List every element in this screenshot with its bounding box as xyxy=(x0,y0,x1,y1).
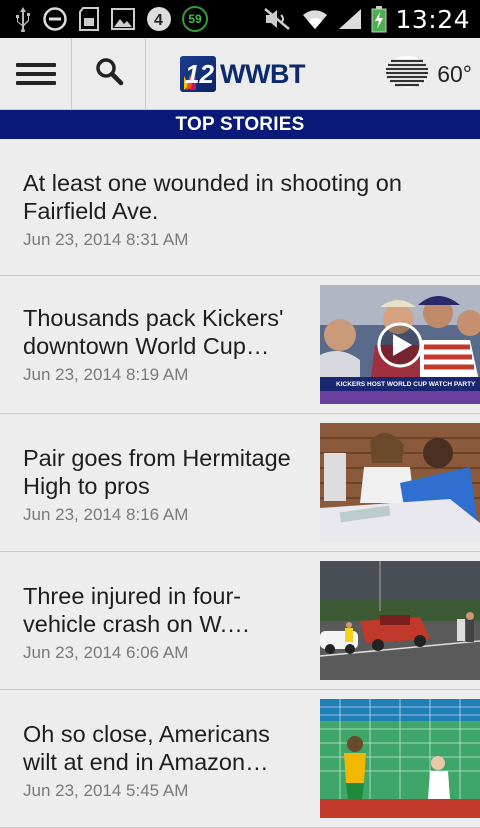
temperature: 60° xyxy=(437,60,472,87)
nbc-peacock-logo-icon: 12 xyxy=(180,56,216,92)
story-date: Jun 23, 2014 8:31 AM xyxy=(23,230,189,249)
do-not-disturb-icon xyxy=(42,6,68,32)
story-date: Jun 23, 2014 8:16 AM xyxy=(23,505,189,524)
nbc4-icon: 4 xyxy=(146,6,172,32)
hamburger-icon xyxy=(15,58,56,90)
wifi-icon xyxy=(301,7,329,31)
signal-icon xyxy=(337,7,363,31)
story-headline: Thousands pack Kickers' downtown World C… xyxy=(23,305,284,359)
section-title: TOP STORIES xyxy=(0,110,480,139)
play-video-icon[interactable] xyxy=(377,322,423,368)
sd-card-icon xyxy=(78,6,100,32)
video-caption: KICKERS HOST WORLD CUP WATCH PARTY xyxy=(336,381,476,388)
story-date: Jun 23, 2014 6:06 AM xyxy=(23,643,189,662)
story-item[interactable]: Oh so close, Americans wilt at end in Am… xyxy=(0,690,480,828)
story-headline: Pair goes from Hermitage High to pros xyxy=(23,445,291,499)
image-icon xyxy=(110,7,136,31)
story-thumbnail[interactable] xyxy=(320,699,480,818)
fog-icon xyxy=(385,55,429,94)
station-logo[interactable]: 12 WWBT xyxy=(180,54,305,94)
search-icon xyxy=(94,56,124,91)
story-item[interactable]: At least one wounded in shooting on Fair… xyxy=(0,139,480,276)
badge-59-icon: 59 xyxy=(182,6,208,32)
story-thumbnail[interactable]: KICKERS HOST WORLD CUP WATCH PARTY xyxy=(320,285,480,404)
weather-widget[interactable]: 60° xyxy=(385,54,472,94)
story-list[interactable]: At least one wounded in shooting on Fair… xyxy=(0,139,480,828)
call-sign: WWBT xyxy=(220,58,305,89)
story-headline: Three injured in four-vehicle crash on W… xyxy=(23,583,251,637)
story-headline: At least one wounded in shooting on Fair… xyxy=(23,170,402,224)
app-bar: 12 WWBT 60° xyxy=(0,38,480,110)
battery-charging-icon xyxy=(371,5,387,33)
search-button[interactable] xyxy=(72,38,146,109)
story-date: Jun 23, 2014 5:45 AM xyxy=(23,781,189,800)
clock: 13:24 xyxy=(395,4,470,34)
story-date: Jun 23, 2014 8:19 AM xyxy=(23,365,189,384)
story-item[interactable]: Three injured in four-vehicle crash on W… xyxy=(0,552,480,690)
svg-text:4: 4 xyxy=(154,12,163,29)
menu-button[interactable] xyxy=(0,38,72,109)
story-thumbnail[interactable] xyxy=(320,561,480,680)
usb-icon xyxy=(14,6,32,32)
story-item[interactable]: Pair goes from Hermitage High to pros Ju… xyxy=(0,414,480,552)
story-thumbnail[interactable] xyxy=(320,423,480,542)
story-item[interactable]: Thousands pack Kickers' downtown World C… xyxy=(0,276,480,414)
status-bar: 4 59 13:24 xyxy=(0,0,480,38)
mute-icon xyxy=(263,7,293,31)
story-headline: Oh so close, Americans wilt at end in Am… xyxy=(23,721,270,775)
